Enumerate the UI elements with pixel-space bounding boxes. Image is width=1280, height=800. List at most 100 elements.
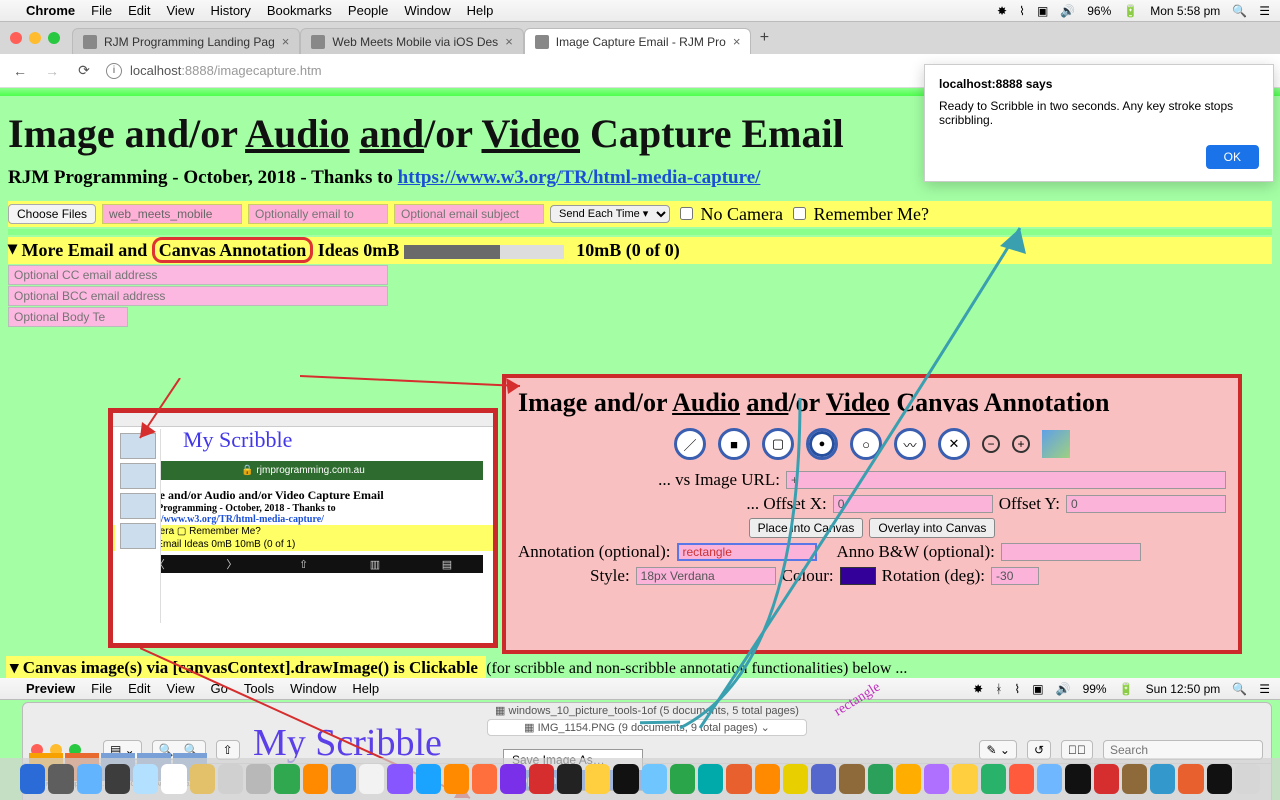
wifi-icon[interactable]: ⌇ xyxy=(1019,4,1025,18)
remember-me-cb[interactable] xyxy=(793,207,806,220)
dock-app-icon[interactable] xyxy=(274,764,299,794)
email-to-field[interactable] xyxy=(248,204,388,224)
highlight-button[interactable]: ✎ ⌄ xyxy=(979,740,1016,760)
tab-rjm-landing[interactable]: RJM Programming Landing Pag× xyxy=(72,28,300,54)
remember-me-checkbox[interactable]: Remember Me? xyxy=(789,204,929,225)
tool-fillrect-icon[interactable]: ■ xyxy=(718,428,750,460)
no-camera-cb[interactable] xyxy=(680,207,693,220)
fill-image-swatch[interactable] xyxy=(1042,430,1070,458)
airplay-icon[interactable]: ▣ xyxy=(1032,682,1043,696)
menu-help[interactable]: Help xyxy=(352,681,379,696)
dock-app-icon[interactable] xyxy=(387,764,412,794)
new-tab-button[interactable]: + xyxy=(751,27,777,49)
alert-ok-button[interactable]: OK xyxy=(1206,145,1259,169)
menu-people[interactable]: People xyxy=(348,3,388,18)
anno-bw-field[interactable] xyxy=(1001,543,1141,561)
menu-extras-icon[interactable]: ☰ xyxy=(1259,4,1270,18)
heading-video-link[interactable]: Video xyxy=(482,111,581,156)
zoom-out-button[interactable]: − xyxy=(982,435,1000,453)
dock-app-icon[interactable] xyxy=(1150,764,1175,794)
window-close-button[interactable] xyxy=(10,32,22,44)
menu-edit[interactable]: Edit xyxy=(128,3,150,18)
menu-extras-icon[interactable]: ☰ xyxy=(1259,682,1270,696)
send-mode-select[interactable]: Send Each Time ▾ xyxy=(550,205,670,223)
menu-edit[interactable]: Edit xyxy=(128,681,150,696)
site-info-icon[interactable]: i xyxy=(106,63,122,79)
dock-app-icon[interactable] xyxy=(472,764,497,794)
spotlight-icon[interactable]: 🔍 xyxy=(1232,682,1247,696)
dock-app-icon[interactable] xyxy=(1094,764,1119,794)
tab-image-capture[interactable]: Image Capture Email - RJM Pro× xyxy=(524,28,752,54)
dock-app-icon[interactable] xyxy=(726,764,751,794)
menu-history[interactable]: History xyxy=(210,3,250,18)
dock-app-icon[interactable] xyxy=(896,764,921,794)
tab-close-icon[interactable]: × xyxy=(505,34,513,49)
dock-app-icon[interactable] xyxy=(924,764,949,794)
dock-app-icon[interactable] xyxy=(20,764,45,794)
dock-app-icon[interactable] xyxy=(811,764,836,794)
details-toggle-row[interactable]: ▾ More Email and Canvas Annotation Ideas… xyxy=(8,237,1272,264)
tab-close-icon[interactable]: × xyxy=(282,34,290,49)
clock-text[interactable]: Mon 5:58 pm xyxy=(1150,4,1220,18)
dock-app-icon[interactable] xyxy=(331,764,356,794)
dock-app-icon[interactable] xyxy=(48,764,73,794)
window-minimize-button[interactable] xyxy=(29,32,41,44)
dock-app-icon[interactable] xyxy=(1065,764,1090,794)
style-field[interactable] xyxy=(636,567,776,585)
chosen-file-field[interactable] xyxy=(102,204,242,224)
dock-app-icon[interactable] xyxy=(77,764,102,794)
disclosure-triangle-icon[interactable]: ▾ xyxy=(8,238,17,259)
tab-web-meets-mobile[interactable]: Web Meets Mobile via iOS Des× xyxy=(300,28,523,54)
dock-app-icon[interactable] xyxy=(218,764,243,794)
menu-file[interactable]: File xyxy=(91,681,112,696)
dock-app-icon[interactable] xyxy=(1122,764,1147,794)
dock-app-icon[interactable] xyxy=(783,764,808,794)
dock-app-icon[interactable] xyxy=(133,764,158,794)
dock-app-icon[interactable] xyxy=(670,764,695,794)
dock-app-icon[interactable] xyxy=(500,764,525,794)
tool-clear-icon[interactable]: ✕ xyxy=(938,428,970,460)
dock-app-icon[interactable] xyxy=(839,764,864,794)
dock-app-icon[interactable] xyxy=(161,764,186,794)
window-zoom-button[interactable] xyxy=(48,32,60,44)
cc-field[interactable] xyxy=(8,265,388,285)
wifi-icon[interactable]: ⌇ xyxy=(1014,682,1020,696)
menu-view[interactable]: View xyxy=(167,681,195,696)
menubar-app[interactable]: Preview xyxy=(26,681,75,696)
choose-files-button[interactable]: Choose Files xyxy=(8,204,96,224)
ann-video-link[interactable]: Video xyxy=(826,388,890,417)
nav-forward-button[interactable]: → xyxy=(42,63,62,79)
w3-spec-link[interactable]: https://www.w3.org/TR/html-media-capture… xyxy=(398,167,761,188)
dock-app-icon[interactable] xyxy=(1009,764,1034,794)
menu-help[interactable]: Help xyxy=(467,3,494,18)
volume-icon[interactable]: 🔊 xyxy=(1060,4,1075,18)
overlay-into-canvas-button[interactable]: Overlay into Canvas xyxy=(869,518,995,538)
menu-view[interactable]: View xyxy=(166,3,194,18)
ann-audio-link[interactable]: Audio xyxy=(672,388,740,417)
dock-app-icon[interactable] xyxy=(755,764,780,794)
dock-app-icon[interactable] xyxy=(1235,764,1260,794)
bcc-field[interactable] xyxy=(8,286,388,306)
dock-app-icon[interactable] xyxy=(557,764,582,794)
rotate-button[interactable]: ↺ xyxy=(1027,740,1051,760)
dock-app-icon[interactable] xyxy=(698,764,723,794)
heading-audio-link[interactable]: Audio xyxy=(245,111,350,156)
dock-app-icon[interactable] xyxy=(1037,764,1062,794)
menu-go[interactable]: Go xyxy=(210,681,227,696)
tool-fillcircle-icon[interactable]: ● xyxy=(806,428,838,460)
preview-title-1[interactable]: ▦ windows_10_picture_tools-1of (5 docume… xyxy=(23,703,1271,718)
dock-app-icon[interactable] xyxy=(529,764,554,794)
dock-app-icon[interactable] xyxy=(642,764,667,794)
menu-window[interactable]: Window xyxy=(404,3,450,18)
dock-app-icon[interactable] xyxy=(444,764,469,794)
volume-icon[interactable]: 🔊 xyxy=(1056,682,1071,696)
dock-app-icon[interactable] xyxy=(952,764,977,794)
tool-rect-icon[interactable]: ▢ xyxy=(762,428,794,460)
rotation-field[interactable] xyxy=(991,567,1039,585)
tab-close-icon[interactable]: × xyxy=(733,34,741,49)
offset-y-field[interactable] xyxy=(1066,495,1226,513)
nav-back-button[interactable]: ← xyxy=(10,63,30,79)
ann-and-link[interactable]: and xyxy=(747,388,789,417)
dock-app-icon[interactable] xyxy=(359,764,384,794)
menu-window[interactable]: Window xyxy=(290,681,336,696)
